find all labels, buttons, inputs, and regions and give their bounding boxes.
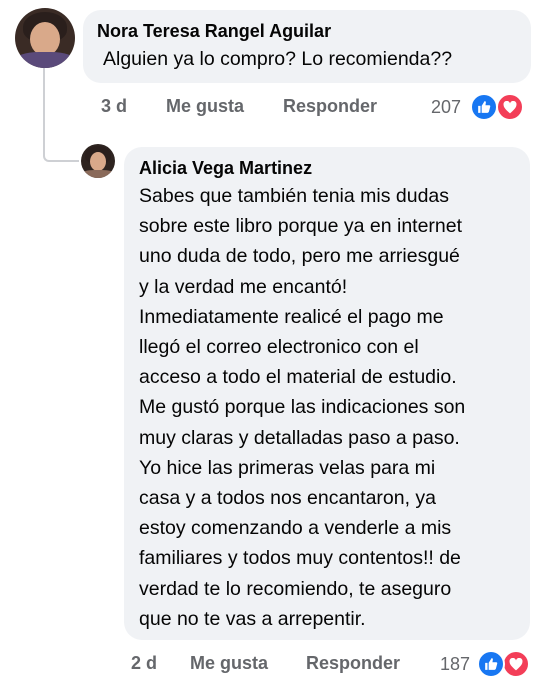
reply-bubble: Alicia Vega Martinez Sabes que también t…	[124, 147, 530, 640]
comment-text: Alguien ya lo compro? Lo recomienda??	[103, 48, 453, 70]
comment-like-button[interactable]: Me gusta	[166, 96, 244, 117]
comment-author[interactable]: Nora Teresa Rangel Aguilar	[97, 21, 331, 42]
comment-reply-button[interactable]: Responder	[283, 96, 377, 117]
heart-icon[interactable]	[496, 93, 524, 121]
comment-time[interactable]: 3 d	[101, 96, 127, 117]
comment-reaction-count[interactable]: 207	[431, 97, 461, 118]
reply-time[interactable]: 2 d	[131, 653, 157, 674]
reply-author[interactable]: Alicia Vega Martinez	[139, 158, 312, 179]
reply-reply-button[interactable]: Responder	[306, 653, 400, 674]
comment-bubble: Nora Teresa Rangel Aguilar Alguien ya lo…	[83, 10, 531, 83]
reply-like-button[interactable]: Me gusta	[190, 653, 268, 674]
reply-text: Sabes que también tenia mis dudas sobre …	[139, 185, 466, 630]
reply-reaction-count[interactable]: 187	[440, 654, 470, 675]
commenter-avatar[interactable]	[15, 8, 75, 68]
replier-avatar[interactable]	[81, 144, 115, 178]
thumbs-up-icon[interactable]	[470, 93, 498, 121]
heart-icon[interactable]	[502, 650, 530, 678]
thread-connector	[43, 68, 79, 162]
thumbs-up-icon[interactable]	[477, 650, 505, 678]
